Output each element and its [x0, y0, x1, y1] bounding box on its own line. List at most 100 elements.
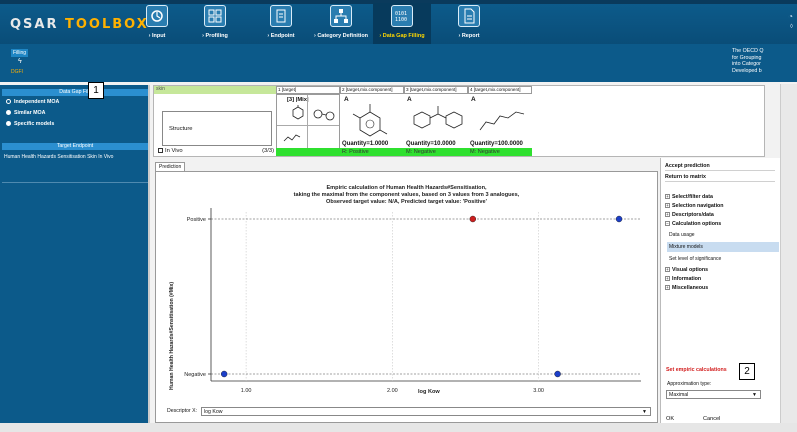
accept-prediction-button[interactable]: Accept prediction — [665, 162, 775, 171]
callout-1: 1 — [88, 82, 104, 99]
section-descriptors-data[interactable]: + Descriptors/data — [665, 211, 777, 219]
expand-icon: + — [665, 276, 670, 282]
data-point — [554, 370, 561, 378]
help-icon[interactable]: ◊ — [790, 24, 793, 30]
cell-divider — [277, 125, 339, 126]
column-header-3[interactable]: 3 [target,mix.component] — [404, 86, 468, 94]
report-icon — [458, 5, 480, 27]
section-visual-options[interactable]: + Visual options — [665, 266, 777, 274]
target-endpoint-header: Target Endpoint — [2, 143, 148, 150]
x-axis-label: log Kow — [418, 389, 440, 395]
collapse-icon: − — [665, 221, 670, 227]
x-tick-label: 1.00 — [241, 388, 252, 394]
radio-dot-icon — [6, 110, 11, 116]
molecule-icon — [313, 109, 335, 121]
in-vivo-row[interactable]: In Vivo (3/3) — [158, 148, 276, 156]
y-tick-label: Negative — [184, 372, 206, 378]
left-panel: Data Gap Filli Independent MOA Similar M… — [0, 85, 150, 423]
return-to-matrix-button[interactable]: Return to matrix — [665, 173, 775, 182]
profiling-icon — [204, 5, 226, 27]
letter-a-3: A — [407, 96, 412, 103]
nav-data-gap-filling[interactable]: 0101 1100 › Data Gap Filling — [373, 3, 431, 44]
expand-icon: + — [665, 194, 670, 200]
section-information[interactable]: + Information — [665, 275, 777, 283]
radio-dot-icon — [6, 121, 11, 127]
endpoint-icon — [270, 5, 292, 27]
quantity-3: Quantity=10.0000 — [406, 141, 456, 147]
expand-icon: + — [665, 203, 670, 209]
column-header-4[interactable]: 4 [target,mix.component] — [468, 86, 532, 94]
mix-structure-cell[interactable]: [3] |Mix| — [276, 94, 340, 149]
descriptor-x-label: Descriptor X: — [167, 408, 197, 414]
set-empiric-calculations-heading: Set empiric calculations — [666, 367, 727, 373]
radio-specific-models[interactable]: Specific models — [6, 121, 54, 127]
data-matrix: skin 1 [target] 2 [target,mix.component]… — [153, 85, 765, 157]
molecule-icon — [479, 111, 525, 131]
x-tick-label: 2.00 — [387, 388, 398, 394]
y-axis-label: Human Health Hazards#Sensitisation (#Mix… — [169, 281, 175, 390]
target-endpoint-text: Human Health Hazards Sensitisation Skin … — [4, 154, 114, 160]
nav-category-definition[interactable]: › Category Definition — [312, 3, 370, 44]
molecule-icon — [413, 106, 463, 129]
radio-unchecked-icon — [6, 99, 11, 105]
cell-divider — [307, 95, 308, 148]
section-select-filter[interactable]: + Select/filter data — [665, 193, 777, 201]
option-mixture-models[interactable]: Mixture models — [667, 242, 779, 252]
section-calculation-options[interactable]: − Calculation options — [665, 220, 777, 228]
lightning-icon: ϟ — [18, 58, 22, 65]
chevron-down-icon: ▼ — [642, 409, 647, 415]
nav-report[interactable]: › Report — [440, 3, 498, 44]
letter-a-4: A — [471, 96, 476, 103]
approximation-type-select[interactable]: Maximal ▼ — [666, 390, 761, 399]
scatter-chart[interactable]: 1.00 2.00 3.00 Positive Negative — [156, 172, 657, 422]
result-cell-1[interactable] — [276, 148, 340, 156]
input-icon — [146, 5, 168, 27]
expand-icon: + — [665, 267, 670, 273]
nav-input[interactable]: › Input — [128, 3, 186, 44]
quantity-2: Quantity=1.0000 — [342, 141, 389, 147]
option-data-usage[interactable]: Data usage — [667, 230, 779, 240]
radio-similar-moa[interactable]: Similar MOA — [6, 110, 46, 116]
data-gap-filling-header: Data Gap Filli — [2, 89, 148, 96]
application-window: QSAR TOOLBOX › Input › Profiling › Endpo… — [0, 0, 797, 432]
sub-header — [0, 44, 797, 82]
category-icon — [330, 5, 352, 27]
tab-prediction[interactable]: Prediction — [155, 162, 185, 171]
expand-icon: + — [665, 212, 670, 218]
structure-label: Structure — [162, 111, 272, 146]
section-miscellaneous[interactable]: + Miscellaneous — [665, 284, 777, 292]
nav-endpoint[interactable]: › Endpoint — [252, 3, 310, 44]
data-gap-icon: 0101 1100 — [391, 5, 413, 27]
approximation-type-label: Approximation type: — [667, 381, 712, 387]
letter-a-2: A — [344, 96, 349, 103]
status-bar — [0, 423, 797, 432]
molecule-icon — [352, 104, 388, 137]
expand-icon: + — [665, 285, 670, 291]
result-cell-2[interactable]: R: Positive — [340, 148, 404, 156]
result-cell-4[interactable]: M: Negative — [468, 148, 532, 156]
data-point — [469, 215, 477, 223]
result-cell-3[interactable]: M: Negative — [404, 148, 468, 156]
section-selection-navigation[interactable]: + Selection navigation — [665, 202, 777, 210]
molecule-icon — [292, 105, 304, 120]
data-point — [615, 215, 623, 223]
expand-icon[interactable] — [158, 148, 163, 153]
nav-profiling[interactable]: › Profiling — [186, 3, 244, 44]
data-point — [220, 370, 228, 378]
column-header-1[interactable]: 1 [target] — [276, 86, 340, 94]
chevron-down-icon: ▼ — [752, 392, 757, 398]
y-tick-label: Positive — [187, 217, 206, 223]
matrix-skin-row: skin — [154, 86, 276, 94]
molecule-icon — [283, 134, 301, 142]
globe-icon[interactable]: ◔ — [788, 12, 793, 21]
mix-label: [3] |Mix| — [287, 97, 309, 103]
radio-independent-moa[interactable]: Independent MOA — [6, 99, 59, 105]
descriptor-x-select[interactable]: log Kow ▼ — [201, 407, 651, 416]
divider — [2, 182, 148, 183]
column-header-2[interactable]: 2 [target,mix.component] — [340, 86, 404, 94]
quantity-4: Quantity=100.0000 — [470, 141, 523, 147]
filling-link[interactable]: Filling — [11, 49, 29, 57]
x-tick-label: 3.00 — [533, 388, 544, 394]
option-level-of-significance[interactable]: Set level of significance — [667, 254, 779, 264]
gap-label: DGFI — [11, 69, 23, 75]
